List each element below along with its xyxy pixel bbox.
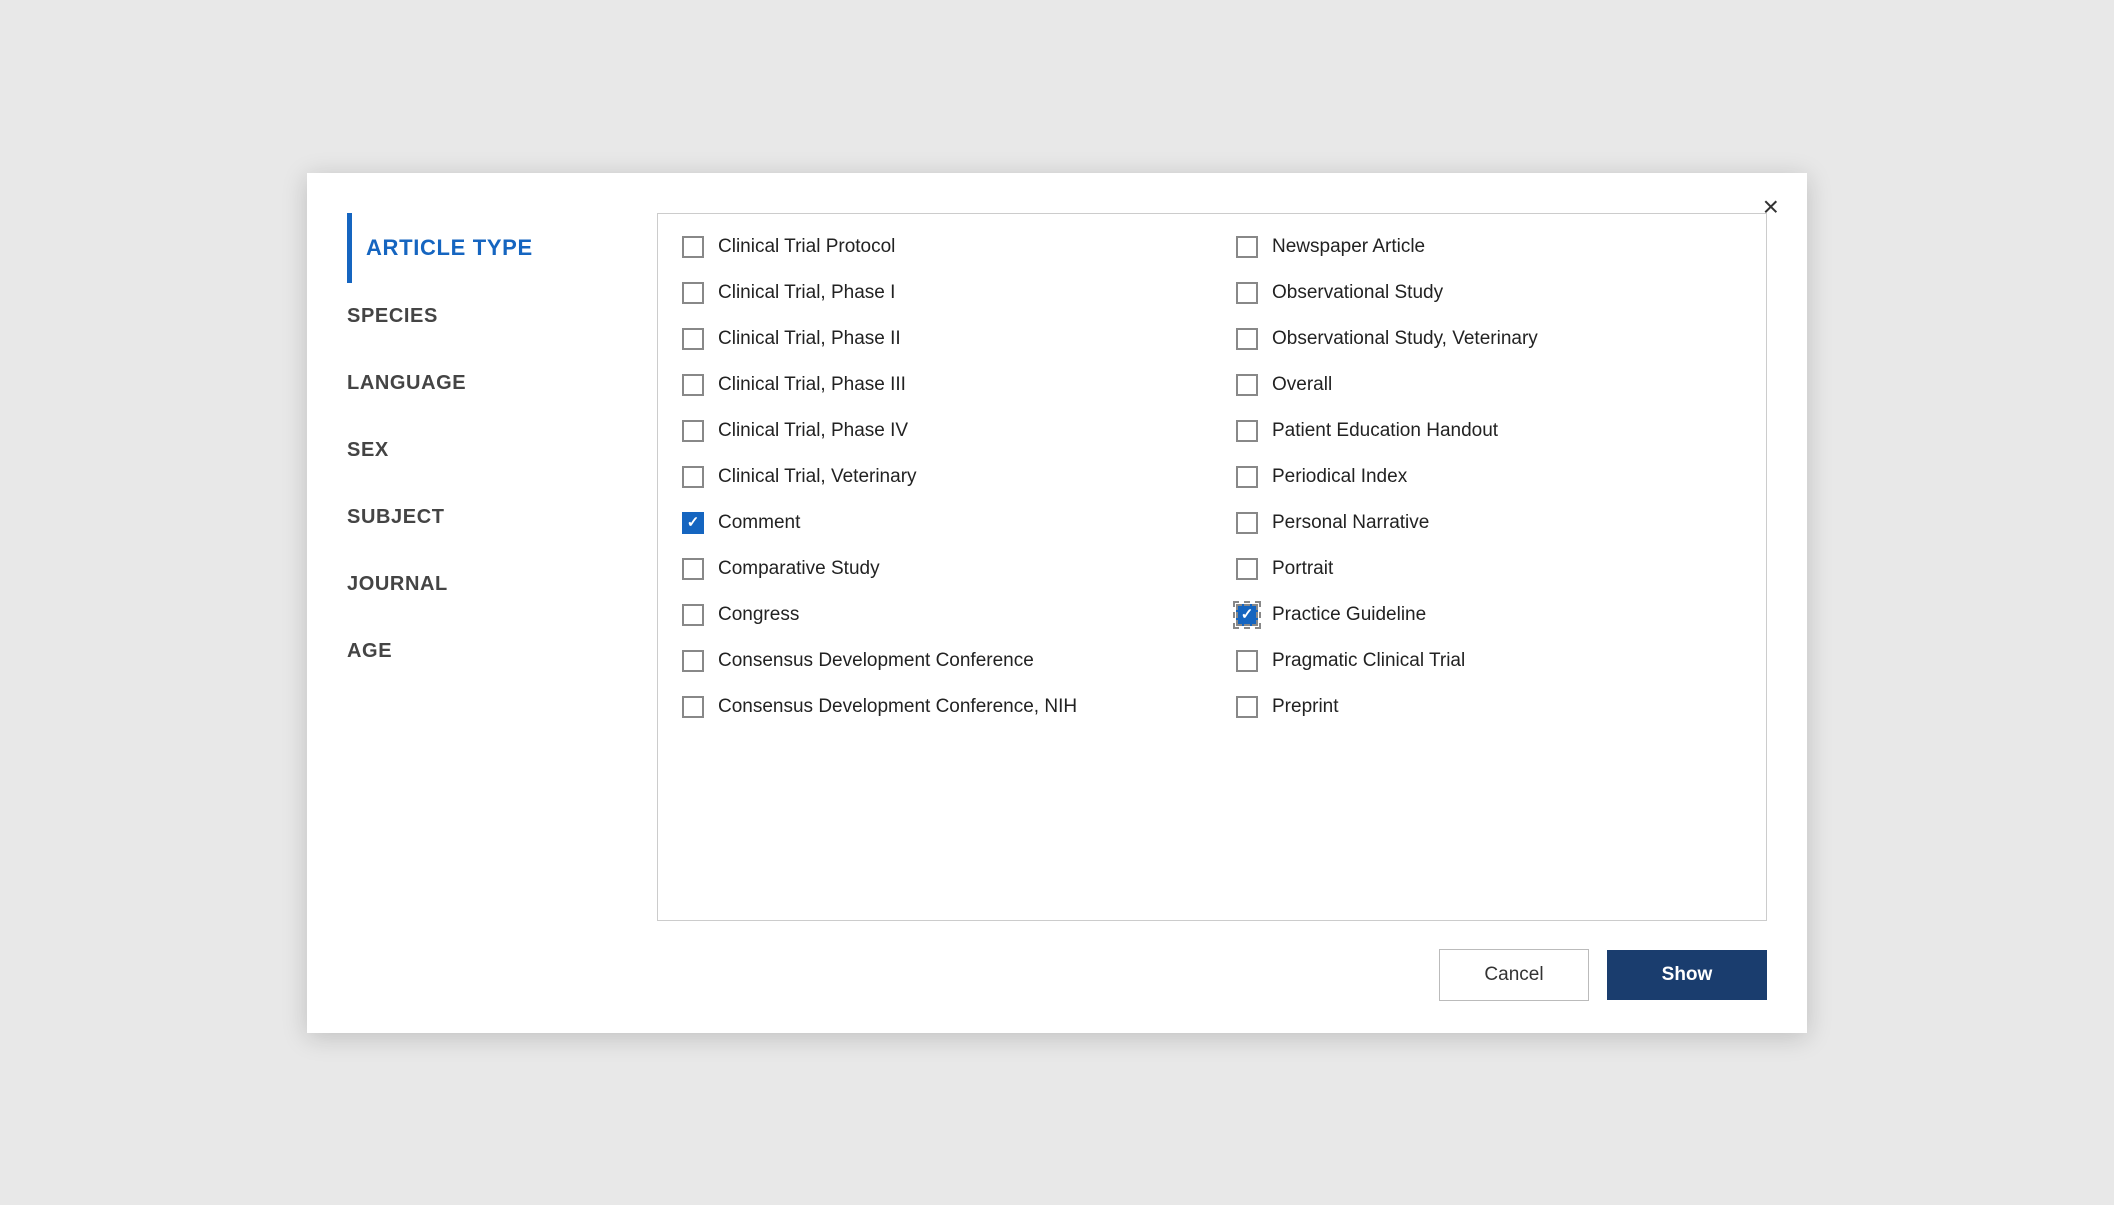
checkbox-overall[interactable] [1236, 374, 1258, 396]
list-item-label-pragmatic-clinical-trial: Pragmatic Clinical Trial [1272, 650, 1465, 672]
list-item-clinical-trial-phase-i[interactable]: Clinical Trial, Phase I [658, 270, 1212, 316]
list-item-comparative-study[interactable]: Comparative Study [658, 546, 1212, 592]
list-item-pragmatic-clinical-trial[interactable]: Pragmatic Clinical Trial [1212, 638, 1766, 684]
list-item-label-congress: Congress [718, 604, 799, 626]
checkbox-clinical-trial-phase-iv[interactable] [682, 420, 704, 442]
checkbox-comparative-study[interactable] [682, 558, 704, 580]
list-item-patient-education-handout[interactable]: Patient Education Handout [1212, 408, 1766, 454]
checkbox-personal-narrative[interactable] [1236, 512, 1258, 534]
checkbox-observational-study-vet[interactable] [1236, 328, 1258, 350]
list-item-label-clinical-trial-veterinary: Clinical Trial, Veterinary [718, 466, 917, 488]
list-item-comment[interactable]: ✓ Comment [658, 500, 1212, 546]
list-item-label-patient-education-handout: Patient Education Handout [1272, 420, 1498, 442]
list-item-label-observational-study-vet: Observational Study, Veterinary [1272, 328, 1538, 350]
checkbox-pragmatic-clinical-trial[interactable] [1236, 650, 1258, 672]
list-item-label-clinical-trial-phase-iv: Clinical Trial, Phase IV [718, 420, 908, 442]
checkbox-clinical-trial-phase-iii[interactable] [682, 374, 704, 396]
list-item-clinical-trial-protocol[interactable]: Clinical Trial Protocol [658, 224, 1212, 270]
list-item-observational-study-vet[interactable]: Observational Study, Veterinary [1212, 316, 1766, 362]
list-item-label-clinical-trial-protocol: Clinical Trial Protocol [718, 236, 895, 258]
checkbox-consensus-dev-conf-nih[interactable] [682, 696, 704, 718]
list-item-label-clinical-trial-phase-i: Clinical Trial, Phase I [718, 282, 895, 304]
sidebar-item-journal[interactable]: JOURNAL [347, 551, 627, 618]
list-item-personal-narrative[interactable]: Personal Narrative [1212, 500, 1766, 546]
article-type-dialog: × ARTICLE TYPESPECIESLANGUAGESEXSUBJECTJ… [307, 173, 1807, 1033]
checkbox-clinical-trial-protocol[interactable] [682, 236, 704, 258]
list-item-label-portrait: Portrait [1272, 558, 1333, 580]
checkbox-clinical-trial-phase-ii[interactable] [682, 328, 704, 350]
list-item-label-overall: Overall [1272, 374, 1332, 396]
sidebar-item-sex[interactable]: SEX [347, 417, 627, 484]
list-grid: Clinical Trial Protocol Newspaper Article… [658, 224, 1766, 730]
list-item-label-observational-study: Observational Study [1272, 282, 1443, 304]
checkbox-patient-education-handout[interactable] [1236, 420, 1258, 442]
list-item-clinical-trial-veterinary[interactable]: Clinical Trial, Veterinary [658, 454, 1212, 500]
list-item-clinical-trial-phase-iv[interactable]: Clinical Trial, Phase IV [658, 408, 1212, 454]
close-button[interactable]: × [1763, 193, 1779, 221]
list-item-label-consensus-dev-conf-nih: Consensus Development Conference, NIH [718, 696, 1077, 718]
list-item-label-clinical-trial-phase-ii: Clinical Trial, Phase II [718, 328, 901, 350]
sidebar-item-age[interactable]: AGE [347, 618, 627, 685]
list-item-overall[interactable]: Overall [1212, 362, 1766, 408]
checkbox-periodical-index[interactable] [1236, 466, 1258, 488]
checkbox-clinical-trial-phase-i[interactable] [682, 282, 704, 304]
checkbox-portrait[interactable] [1236, 558, 1258, 580]
sidebar-item-species[interactable]: SPECIES [347, 283, 627, 350]
list-item-periodical-index[interactable]: Periodical Index [1212, 454, 1766, 500]
sidebar-item-article-type[interactable]: ARTICLE TYPE [347, 213, 627, 283]
list-item-newspaper-article[interactable]: Newspaper Article [1212, 224, 1766, 270]
list-item-label-clinical-trial-phase-iii: Clinical Trial, Phase III [718, 374, 906, 396]
list-item-congress[interactable]: Congress [658, 592, 1212, 638]
checkbox-comment[interactable]: ✓ [682, 512, 704, 534]
checkbox-newspaper-article[interactable] [1236, 236, 1258, 258]
list-item-label-practice-guideline: Practice Guideline [1272, 604, 1426, 626]
list-item-clinical-trial-phase-iii[interactable]: Clinical Trial, Phase III [658, 362, 1212, 408]
list-item-label-newspaper-article: Newspaper Article [1272, 236, 1425, 258]
list-item-observational-study[interactable]: Observational Study [1212, 270, 1766, 316]
list-item-label-preprint: Preprint [1272, 696, 1339, 718]
list-item-practice-guideline[interactable]: ✓ Practice Guideline [1212, 592, 1766, 638]
list-item-preprint[interactable]: Preprint [1212, 684, 1766, 730]
list-item-clinical-trial-phase-ii[interactable]: Clinical Trial, Phase II [658, 316, 1212, 362]
checkbox-clinical-trial-veterinary[interactable] [682, 466, 704, 488]
list-item-label-comparative-study: Comparative Study [718, 558, 880, 580]
dialog-body: ARTICLE TYPESPECIESLANGUAGESEXSUBJECTJOU… [307, 173, 1807, 921]
show-button[interactable]: Show [1607, 950, 1767, 1000]
checkbox-practice-guideline[interactable]: ✓ [1236, 604, 1258, 626]
list-panel: Clinical Trial Protocol Newspaper Article… [657, 213, 1767, 921]
dialog-footer: Cancel Show [307, 921, 1807, 1033]
sidebar: ARTICLE TYPESPECIESLANGUAGESEXSUBJECTJOU… [347, 213, 627, 921]
checkbox-preprint[interactable] [1236, 696, 1258, 718]
list-item-label-personal-narrative: Personal Narrative [1272, 512, 1429, 534]
sidebar-item-subject[interactable]: SUBJECT [347, 484, 627, 551]
checkbox-consensus-dev-conf[interactable] [682, 650, 704, 672]
list-item-consensus-dev-conf-nih[interactable]: Consensus Development Conference, NIH [658, 684, 1212, 730]
list-item-portrait[interactable]: Portrait [1212, 546, 1766, 592]
list-item-label-periodical-index: Periodical Index [1272, 466, 1407, 488]
checkbox-congress[interactable] [682, 604, 704, 626]
list-item-consensus-dev-conf[interactable]: Consensus Development Conference [658, 638, 1212, 684]
checkbox-observational-study[interactable] [1236, 282, 1258, 304]
sidebar-item-language[interactable]: LANGUAGE [347, 350, 627, 417]
list-item-label-comment: Comment [718, 512, 800, 534]
list-scroll[interactable]: Clinical Trial Protocol Newspaper Article… [658, 214, 1766, 920]
cancel-button[interactable]: Cancel [1439, 949, 1589, 1001]
list-item-label-consensus-dev-conf: Consensus Development Conference [718, 650, 1034, 672]
